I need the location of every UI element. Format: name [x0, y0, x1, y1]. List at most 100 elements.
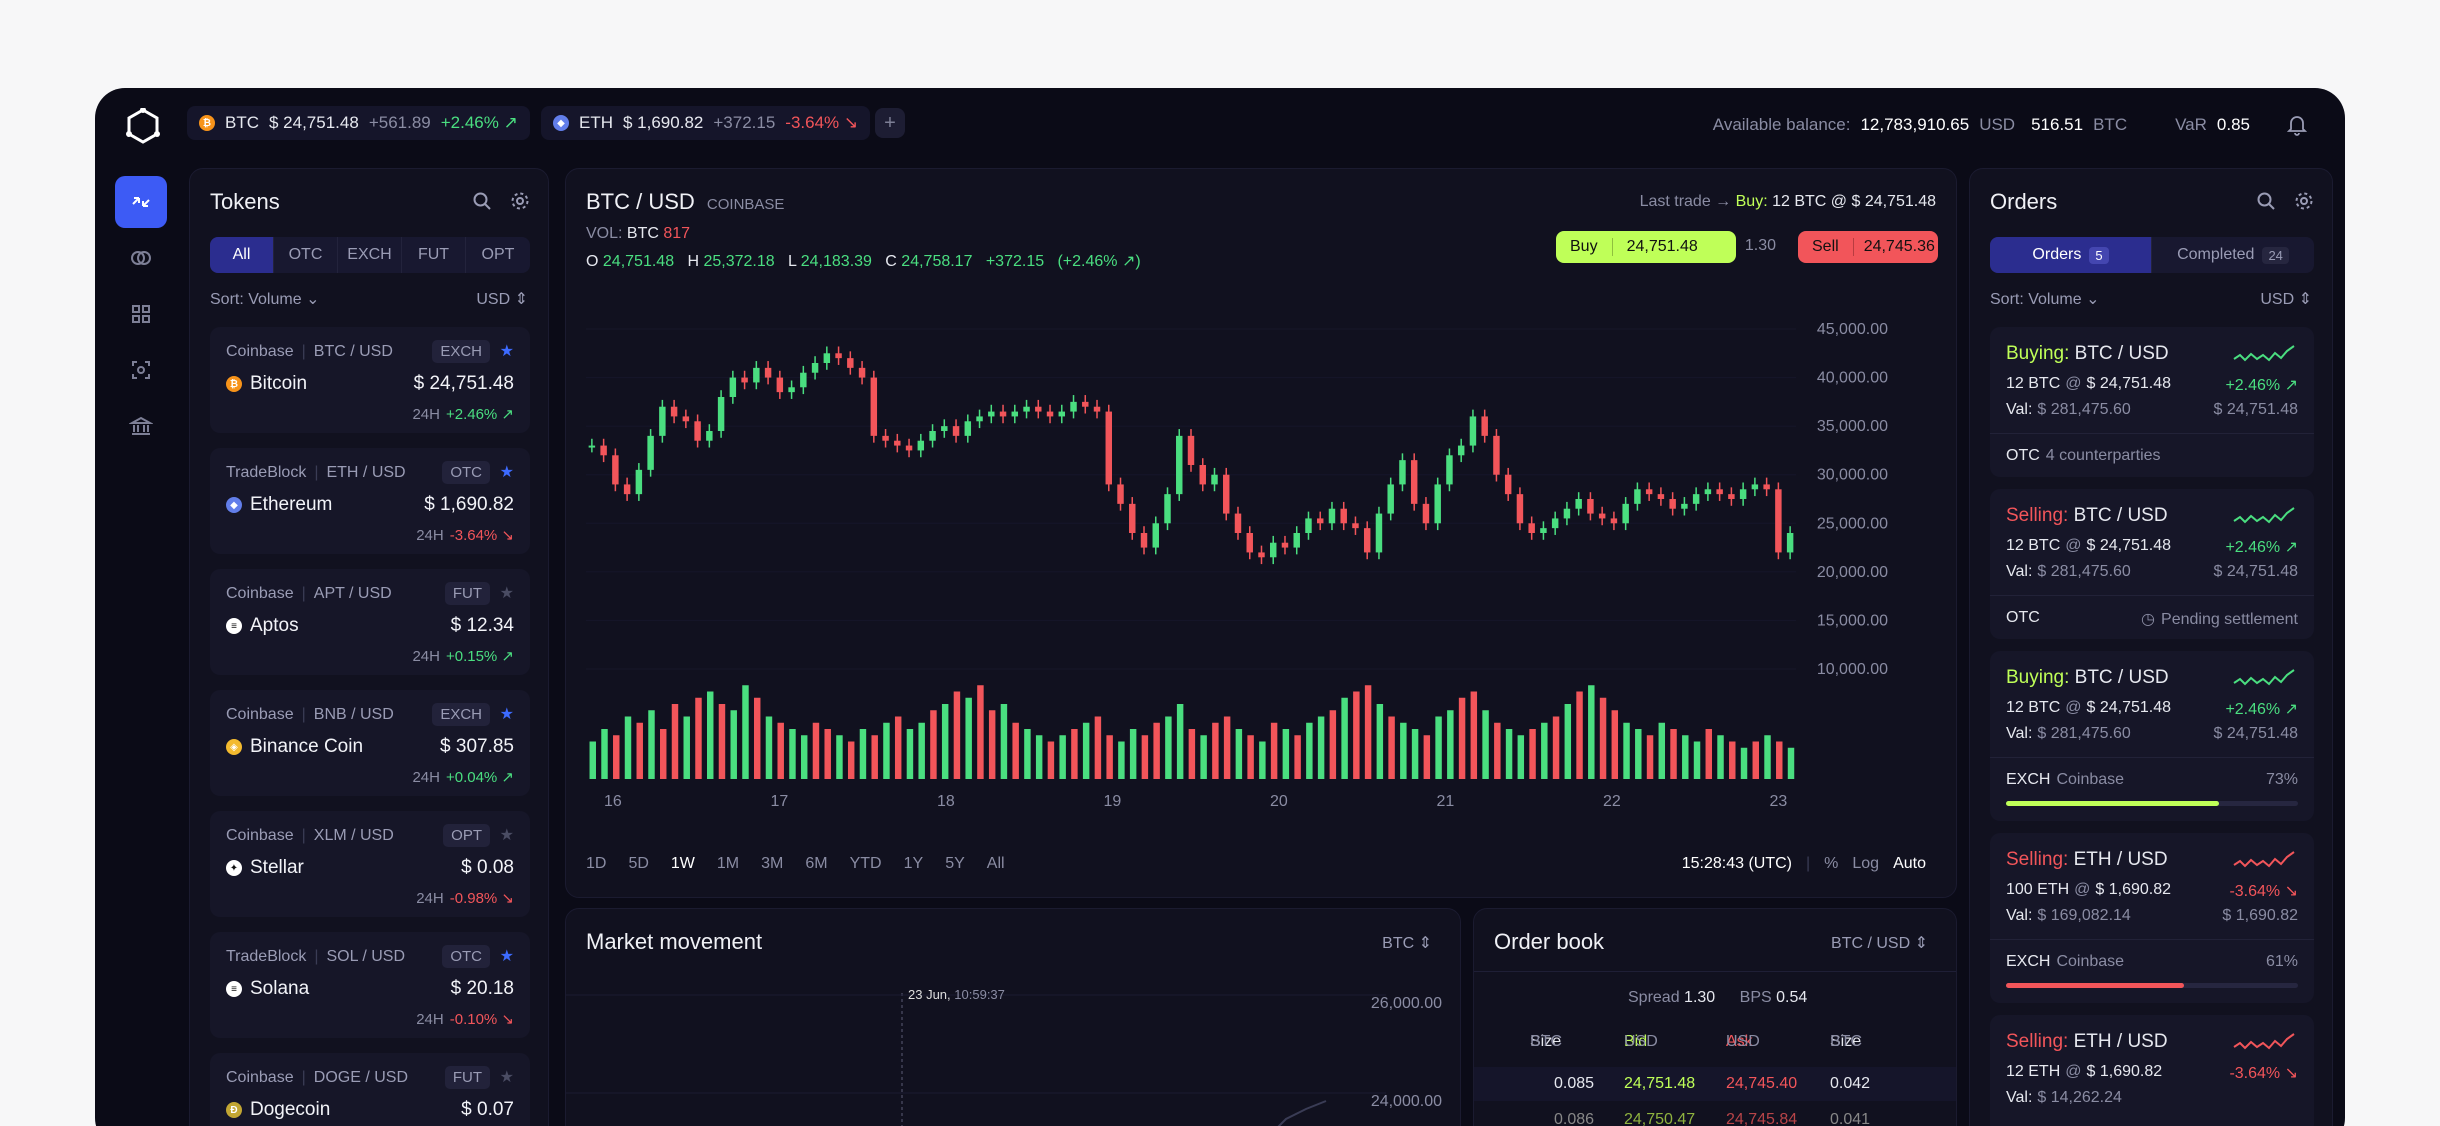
- market-currency-dropdown[interactable]: BTC ⇕: [1382, 933, 1432, 953]
- sell-button[interactable]: Sell 24,745.36: [1798, 231, 1938, 263]
- sort-arrows-icon: ⇕: [1418, 935, 1432, 952]
- candlestick-chart[interactable]: 45,000.00 40,000.00 35,000.00 30,000.00 25,0…: [586, 309, 1936, 809]
- token-card[interactable]: TradeBlock | ETH / USD OTC ★ ◆ Ethereum $ 1,690…: [210, 448, 530, 554]
- tab-orders[interactable]: Orders 5: [1990, 237, 2152, 273]
- orders-currency-dropdown[interactable]: USD ⇕: [2260, 289, 2312, 309]
- order-val-label: Val:: [2006, 1089, 2033, 1106]
- token-exchange: Coinbase: [226, 706, 294, 723]
- volume-bar: [1729, 741, 1736, 779]
- app-logo-icon[interactable]: [125, 108, 161, 144]
- token-name: Ð Dogecoin: [226, 1099, 330, 1121]
- star-icon[interactable]: ★: [500, 946, 514, 966]
- star-icon[interactable]: ★: [500, 583, 514, 603]
- token-card[interactable]: Coinbase | BTC / USD EXCH ★ ₿ Bitcoin $ 24,751.…: [210, 327, 530, 433]
- timeframe-5d[interactable]: 5D: [628, 855, 648, 873]
- ticker-btc[interactable]: ₿ BTC $ 24,751.48 +561.89 +2.46% ↗: [187, 106, 530, 140]
- opt-log[interactable]: Log: [1852, 855, 1879, 873]
- nav-toggle[interactable]: [115, 232, 167, 284]
- filter-opt[interactable]: OPT: [466, 237, 530, 273]
- divider: |: [314, 464, 319, 481]
- candle-body: [941, 426, 948, 431]
- tab-orders-label: Orders: [2032, 246, 2082, 263]
- order-status-label: Pending settlement: [2161, 611, 2298, 628]
- y-tick-label: 40,000.00: [1817, 370, 1888, 387]
- timeframe-1m[interactable]: 1M: [717, 855, 739, 873]
- gear-icon[interactable]: [510, 191, 530, 211]
- star-icon[interactable]: ★: [500, 462, 514, 482]
- timeframe-1w[interactable]: 1W: [671, 855, 695, 873]
- vol-label: VOL:: [586, 225, 623, 242]
- filter-fut[interactable]: FUT: [402, 237, 466, 273]
- timeframe-ytd[interactable]: YTD: [850, 855, 882, 873]
- opt-auto[interactable]: Auto: [1893, 855, 1926, 873]
- search-icon[interactable]: [2256, 191, 2276, 211]
- filter-all[interactable]: All: [210, 237, 274, 273]
- token-type-badge: FUT: [444, 582, 490, 605]
- volume-bar: [1564, 704, 1572, 779]
- timeframe-1d[interactable]: 1D: [586, 855, 606, 873]
- timeframe-6m[interactable]: 6M: [805, 855, 827, 873]
- candle-body: [1105, 411, 1112, 485]
- volume-bar: [1364, 685, 1372, 779]
- currency-dropdown[interactable]: USD ⇕: [476, 289, 528, 309]
- orderbook-pair-dropdown[interactable]: BTC / USD ⇕: [1831, 933, 1928, 953]
- order-card[interactable]: Selling: ETH / USD 12 ETH @ $ 1,690.82 -3.64…: [1990, 1015, 2314, 1126]
- swap-icon: [132, 197, 150, 207]
- order-card[interactable]: Buying: BTC / USD 12 BTC @ $ 24,751.48 +2.46…: [1990, 651, 2314, 821]
- token-change: 24H +0.15% ↗: [412, 647, 514, 665]
- sort-dropdown[interactable]: Sort: Volume ⌄: [210, 289, 319, 309]
- order-card[interactable]: Selling: ETH / USD 100 ETH @ $ 1,690.82 -3.6…: [1990, 833, 2314, 1003]
- order-card[interactable]: Buying: BTC / USD 12 BTC @ $ 24,751.48 +2.46…: [1990, 327, 2314, 477]
- order-amount: 100 ETH: [2006, 881, 2070, 898]
- token-card[interactable]: Coinbase | XLM / USD OPT ★ ✦ Stellar $ 0.08 24H -…: [210, 811, 530, 917]
- filter-otc[interactable]: OTC: [274, 237, 338, 273]
- buy-button[interactable]: Buy 24,751.48: [1556, 231, 1736, 263]
- last-trade-side: Buy:: [1735, 193, 1768, 210]
- candle-body: [905, 445, 913, 451]
- order-qty-row: 12 ETH @ $ 1,690.82 -3.64% ↘: [2006, 1063, 2298, 1083]
- candle-body: [988, 411, 995, 417]
- candle-body: [976, 416, 983, 422]
- market-line-chart[interactable]: [566, 989, 1462, 1126]
- candle-body: [753, 367, 760, 383]
- nav-dashboard[interactable]: [115, 288, 167, 340]
- volume-bar: [1494, 722, 1501, 779]
- volume-bar: [871, 735, 878, 779]
- token-card[interactable]: TradeBlock | SOL / USD OTC ★ ≡ Solana $ 20.18 24…: [210, 932, 530, 1038]
- token-card[interactable]: Coinbase | APT / USD FUT ★ ≡ Aptos $ 12.34 24H +0…: [210, 569, 530, 675]
- ticker-eth[interactable]: ◆ ETH $ 1,690.82 +372.15 -3.64% ↘: [541, 106, 871, 140]
- orderbook-row[interactable]: 0.085 24,751.48 24,745.40 0.042: [1474, 1067, 1956, 1101]
- timeframe-1y[interactable]: 1Y: [904, 855, 924, 873]
- gear-icon[interactable]: [2294, 191, 2314, 211]
- chg-pct: (+2.46% ↗): [1057, 253, 1141, 270]
- clock-icon: ◷: [2141, 611, 2156, 628]
- orders-sort-dropdown[interactable]: Sort: Volume ⌄: [1990, 289, 2099, 309]
- token-card[interactable]: Coinbase | BNB / USD EXCH ★ ◈ Binance Coin $ 30…: [210, 690, 530, 796]
- volume-bar: [753, 697, 761, 779]
- star-icon[interactable]: ★: [500, 825, 514, 845]
- candle-body: [1551, 518, 1559, 529]
- row-ask: 24,745.84: [1726, 1111, 1798, 1126]
- timeframe-5y[interactable]: 5Y: [945, 855, 965, 873]
- search-icon[interactable]: [472, 191, 492, 211]
- order-progress-fill: [2006, 983, 2185, 988]
- timeframe-all[interactable]: All: [987, 855, 1005, 873]
- star-icon[interactable]: ★: [500, 1067, 514, 1087]
- bell-icon[interactable]: [2287, 114, 2307, 136]
- order-venue-type: EXCH: [2006, 771, 2051, 788]
- order-card[interactable]: Selling: BTC / USD 12 BTC @ $ 24,751.48 +2.4…: [1990, 489, 2314, 639]
- add-ticker-button[interactable]: +: [875, 108, 905, 138]
- tab-completed[interactable]: Completed 24: [2152, 237, 2314, 273]
- opt-percent[interactable]: %: [1824, 855, 1838, 873]
- timeframe-3m[interactable]: 3M: [761, 855, 783, 873]
- orderbook-row[interactable]: 0.086 24,750.47 24,745.84 0.041: [1474, 1103, 1956, 1126]
- star-icon[interactable]: ★: [500, 704, 514, 724]
- filter-exch[interactable]: EXCH: [338, 237, 402, 273]
- nav-scan[interactable]: [115, 344, 167, 396]
- star-icon[interactable]: ★: [500, 341, 514, 361]
- nav-trade[interactable]: [115, 176, 167, 228]
- token-card[interactable]: Coinbase|DOGE / USDFUT★ÐDogecoin$ 0.0724…: [210, 1053, 530, 1126]
- nav-bank[interactable]: [115, 400, 167, 452]
- divider: |: [314, 948, 319, 965]
- ticker-symbol: ETH: [579, 113, 613, 132]
